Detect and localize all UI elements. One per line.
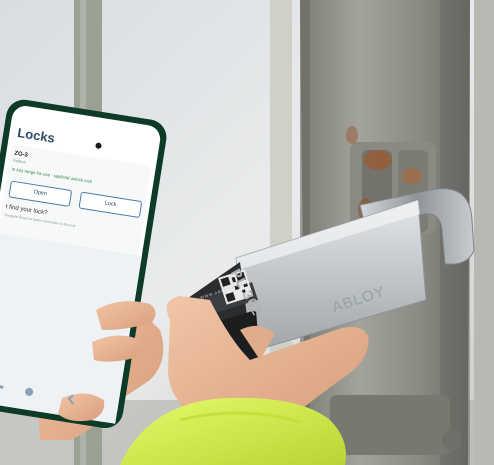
app-title: Locks [16,125,56,146]
fence-bar-right [474,0,494,465]
gate-bolt [442,430,462,450]
nav-home-icon[interactable] [24,387,34,397]
photo-frame: Locks ZG-3 Padlock In key range for use … [0,0,494,465]
nav-back-icon[interactable] [67,394,78,405]
rust-patch [364,150,392,170]
gate-hinge [330,395,450,455]
rust-patch [402,168,422,184]
nav-menu-icon[interactable] [0,383,4,389]
camera-icon [95,142,102,150]
rust-patch [346,126,358,144]
